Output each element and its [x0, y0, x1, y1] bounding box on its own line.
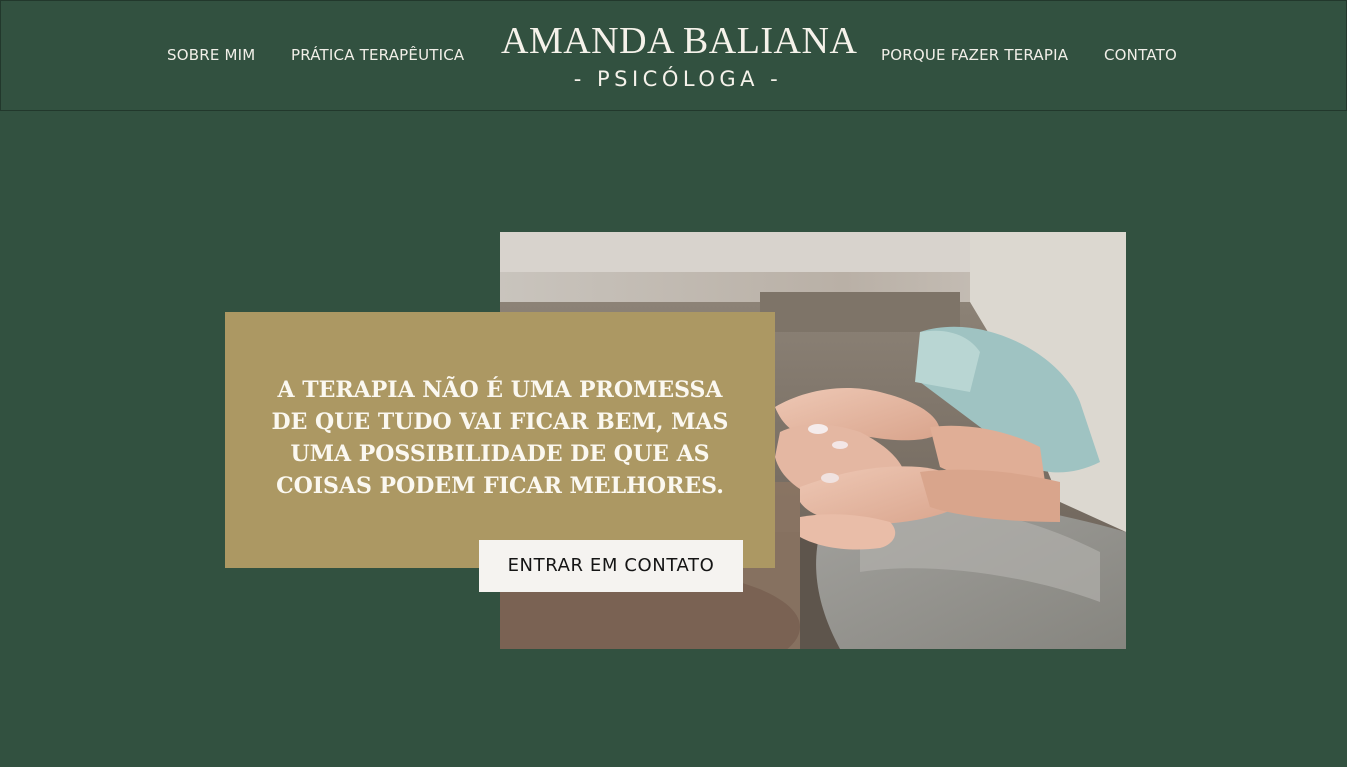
nav-porque-fazer-terapia[interactable]: PORQUE FAZER TERAPIA — [881, 45, 1068, 65]
brand-subtitle: - PSICÓLOGA - — [573, 67, 783, 91]
brand-logo[interactable]: AMANDA BALIANA - PSICÓLOGA - — [501, 19, 858, 93]
quote-box: A TERAPIA NÃO É UMA PROMESSA DE QUE TUDO… — [225, 312, 775, 568]
nav-contato[interactable]: CONTATO — [1104, 45, 1177, 65]
nav-sobre-mim[interactable]: SOBRE MIM — [167, 45, 255, 65]
site-header: SOBRE MIM PRÁTICA TERAPÊUTICA AMANDA BAL… — [0, 0, 1347, 111]
contact-cta-button[interactable]: ENTRAR EM CONTATO — [479, 540, 743, 592]
nav-pratica-terapeutica[interactable]: PRÁTICA TERAPÊUTICA — [291, 45, 464, 65]
hero-quote: A TERAPIA NÃO É UMA PROMESSA DE QUE TUDO… — [271, 377, 729, 499]
brand-name: AMANDA BALIANA — [501, 20, 858, 62]
